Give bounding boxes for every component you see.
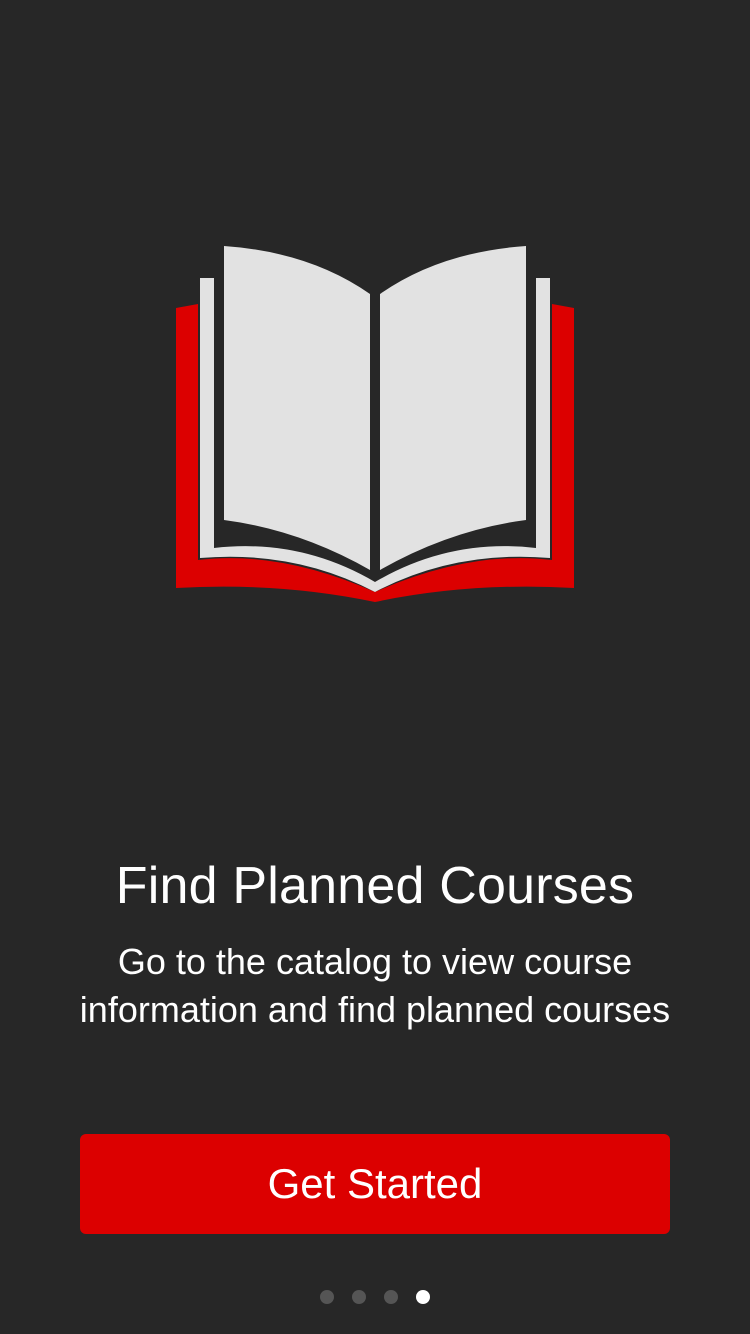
- page-dot-3[interactable]: [384, 1290, 398, 1304]
- page-dot-4-active[interactable]: [416, 1290, 430, 1304]
- page-dot-1[interactable]: [320, 1290, 334, 1304]
- page-dot-2[interactable]: [352, 1290, 366, 1304]
- page-indicator[interactable]: [0, 1290, 750, 1306]
- description-line: Go to the catalog to view course: [117, 941, 633, 982]
- page-description: Go to the catalog to view course informa…: [25, 938, 725, 1034]
- description-line: information and find planned courses: [79, 989, 671, 1030]
- get-started-button[interactable]: Get Started: [80, 1134, 670, 1234]
- open-book-icon: [150, 230, 600, 620]
- page-title: Find Planned Courses: [115, 857, 635, 915]
